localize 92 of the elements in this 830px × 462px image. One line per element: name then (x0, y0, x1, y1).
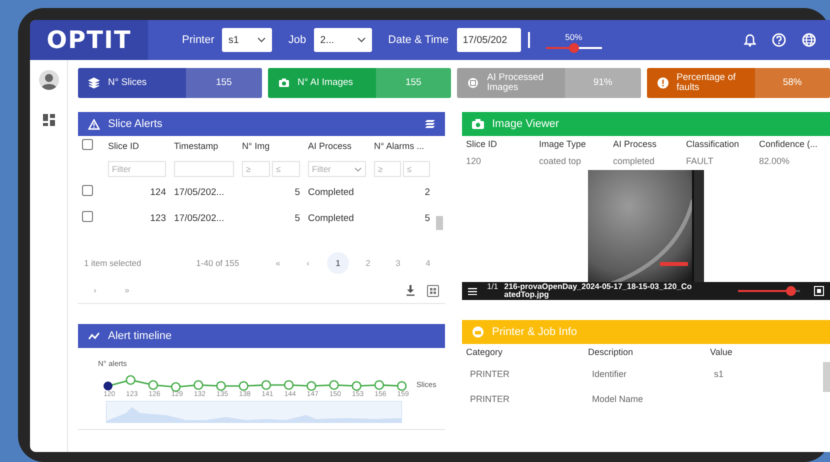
fullscreen-icon[interactable] (814, 286, 824, 296)
row-checkbox[interactable] (82, 185, 93, 196)
menu-icon[interactable] (425, 120, 435, 128)
filter-label: Job (288, 32, 306, 48)
table-cell: completed (613, 156, 655, 166)
column-header[interactable]: Slice ID (108, 141, 140, 152)
filter-label: Printer (182, 32, 214, 48)
scrollbar (436, 216, 443, 230)
printer-icon (472, 326, 484, 338)
trend-icon (88, 332, 100, 340)
page-range: 1-40 of 155 (196, 256, 240, 270)
stat-value: 58% (782, 76, 802, 90)
camera-icon (472, 119, 484, 129)
page-button[interactable]: 1 (327, 252, 349, 274)
stat-value: 155 (216, 76, 232, 90)
table-cell-text: 123 (149, 212, 166, 226)
stat-value: 155 (405, 76, 422, 90)
table-cell: PRINTER (470, 394, 510, 404)
stat-label: N° AI Images (298, 78, 354, 88)
table-cell-text: 2 (424, 186, 430, 200)
filter-field[interactable] (174, 161, 234, 177)
scrollbar (823, 362, 830, 392)
column-header: AI Process (613, 139, 657, 150)
column-header: Confidence (... (759, 139, 818, 150)
column-header[interactable]: AI Process (308, 141, 352, 152)
max-field[interactable]: ≤ (403, 161, 430, 177)
dropdown[interactable]: 2... (314, 28, 372, 52)
table-cell-text: 5 (294, 186, 300, 200)
menu-icon[interactable] (468, 288, 477, 294)
stat-label: N° Slices (108, 78, 147, 88)
caret-icon (354, 166, 362, 172)
stat-label: Percentage of faults (676, 72, 737, 94)
image-counter: 1/1 (487, 283, 498, 291)
table-cell: s1 (714, 368, 724, 379)
table-cell-text: 5 (424, 212, 430, 226)
globe-icon[interactable] (802, 33, 816, 47)
filter-label: Date & Time (388, 32, 449, 48)
app-logo: OPTIT (30, 20, 148, 60)
checkbox[interactable] (82, 139, 93, 150)
column-header: Value (710, 347, 732, 358)
table-cell: Model Name (592, 394, 644, 404)
column-header: Slice ID (466, 139, 498, 150)
avatar-icon[interactable] (38, 70, 58, 90)
panel-title: Printer & Job Info (492, 324, 577, 340)
download-icon[interactable] (406, 285, 415, 296)
column-header[interactable]: N° Alarms ... (374, 141, 424, 152)
dropdown[interactable]: s1 (222, 28, 272, 52)
camera-icon (278, 77, 290, 89)
column-header[interactable]: Timestamp (174, 141, 218, 152)
warning-icon (88, 118, 100, 130)
panel-title: Alert timeline (108, 328, 172, 344)
dashboard-icon[interactable] (42, 114, 54, 126)
table-cell-text: 17/05/202... (174, 212, 226, 226)
column-header: Category (466, 347, 503, 358)
filter-field[interactable]: Filter (108, 161, 166, 177)
table-cell: 120 (466, 156, 482, 166)
alert-icon (656, 77, 668, 89)
column-header: Image Type (539, 139, 586, 150)
panel-title: Slice Alerts (108, 116, 162, 132)
stat-label: AI Processed Images (487, 72, 544, 94)
table-cell-text: 124 (149, 186, 166, 200)
column-header: Classification (686, 139, 740, 150)
file-name: 216-provaOpenDay_2024-05-17_18-15-03_120_CoatedTop.jpg (504, 283, 693, 299)
grid-icon[interactable] (427, 284, 439, 296)
column-header: Description (588, 347, 634, 358)
min-field[interactable]: ≥ (374, 161, 401, 177)
row-checkbox[interactable] (82, 211, 93, 222)
layers-icon (88, 77, 100, 89)
stat-value: 91% (593, 76, 612, 90)
slider-thumb[interactable] (568, 42, 579, 53)
table-cell: PRINTER (470, 368, 510, 379)
slider-reading: 50% (565, 31, 582, 44)
table-cell-text: 17/05/202... (174, 186, 226, 200)
table-cell: Identifier (592, 368, 627, 379)
table-cell: coated top (539, 156, 582, 166)
date-field[interactable]: 17/05/202 (456, 28, 521, 52)
table-cell: FAULT (686, 156, 714, 166)
table-cell-text: 5 (294, 212, 300, 226)
table-cell-text: Completed (308, 186, 355, 200)
slider-thumb[interactable] (786, 286, 796, 296)
table-cell: 82.00% (759, 156, 790, 166)
panel-title: Image Viewer (492, 116, 560, 132)
selection-count: 1 item selected (84, 256, 142, 270)
help-icon[interactable] (772, 33, 786, 47)
table-cell-text: Completed (308, 212, 355, 226)
caret-icon (357, 37, 366, 43)
chip-icon (467, 77, 479, 89)
caret-icon (257, 37, 266, 43)
column-header[interactable]: N° Img (242, 141, 270, 152)
max-field[interactable]: ≤ (272, 161, 300, 177)
bell-icon[interactable] (744, 34, 756, 46)
min-field[interactable]: ≥ (242, 161, 270, 177)
